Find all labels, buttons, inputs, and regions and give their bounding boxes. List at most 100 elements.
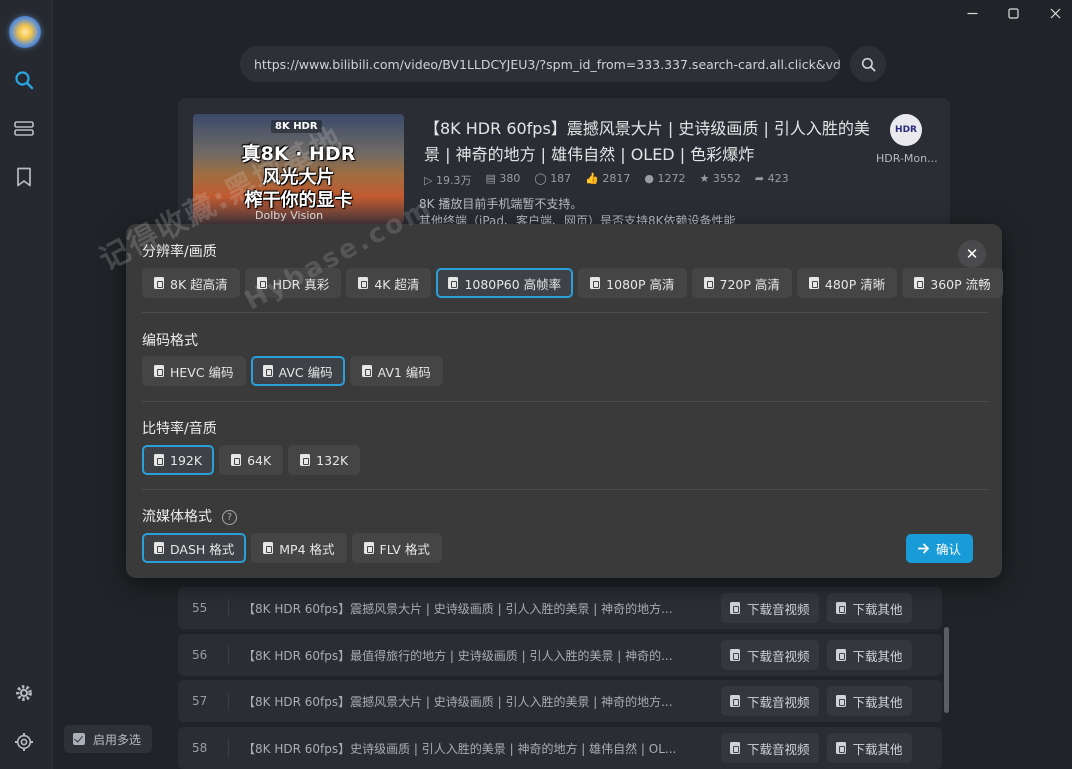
- table-row[interactable]: 58 【8K HDR 60fps】史诗级画质 | 引人入胜的美景 | 神奇的地方 …: [178, 727, 942, 769]
- search-nav-icon[interactable]: [11, 67, 37, 93]
- download-av-label: 下载音视频: [747, 741, 810, 757]
- download-av-button[interactable]: 下载音视频: [721, 593, 819, 623]
- download-av-label: 下载音视频: [747, 601, 810, 617]
- resolution-option[interactable]: 1080P 高清: [578, 268, 687, 298]
- bitrate-option[interactable]: 64K: [219, 445, 284, 475]
- uploader-avatar[interactable]: HDR: [890, 114, 922, 146]
- file-icon: [154, 365, 164, 377]
- export-icon: [835, 602, 846, 614]
- search-button[interactable]: [850, 46, 886, 82]
- bitrate-option[interactable]: 132K: [288, 445, 361, 475]
- file-icon: [914, 277, 925, 289]
- bitrate-option[interactable]: 192K: [142, 445, 215, 475]
- search-icon: [861, 57, 875, 71]
- codec-options: HEVC 编码 AVC 编码 AV1 编码: [142, 356, 443, 386]
- scrollbar-thumb[interactable]: [944, 627, 949, 713]
- file-icon: [263, 542, 274, 554]
- download-av-button[interactable]: 下载音视频: [721, 686, 819, 716]
- maximize-button[interactable]: [998, 4, 1028, 22]
- comment-icon: ◯: [534, 172, 547, 185]
- resolution-section-title: 分辨率/画质: [142, 244, 217, 260]
- bitrate-option-label: 192K: [170, 452, 203, 468]
- download-other-label: 下载其他: [852, 648, 903, 664]
- theme-gear-icon[interactable]: [11, 680, 37, 706]
- multi-select-toggle[interactable]: 启用多选: [64, 725, 152, 753]
- resolution-option[interactable]: 720P 高清: [691, 268, 792, 298]
- video-thumbnail[interactable]: 8K HDR 真8K · HDR 风光大片 榨干你的显卡 Dolby Visio…: [193, 114, 404, 224]
- views-stat: ▷ 19.3万: [424, 174, 472, 187]
- download-other-button[interactable]: 下载其他: [826, 686, 912, 716]
- app-window: https://www.bilibili.com/video/BV1LLDCYJ…: [0, 0, 1072, 769]
- confirm-button[interactable]: 确认: [906, 534, 973, 563]
- file-icon: [154, 277, 164, 289]
- download-av-button[interactable]: 下载音视频: [721, 640, 819, 670]
- row-number: 56: [192, 648, 208, 662]
- download-other-button[interactable]: 下载其他: [826, 733, 912, 763]
- download-options-dialog: 分辨率/画质 ✕ 8K 超高清 HDR 真彩 4K 超清 1080P60 高帧率 108…: [126, 224, 1003, 578]
- resolution-option[interactable]: 8K 超高清: [142, 268, 240, 298]
- stream-section-title: 流媒体格式?: [142, 506, 237, 526]
- resolution-option[interactable]: HDR 真彩: [244, 268, 342, 298]
- danmaku-icon: ▤: [485, 172, 496, 185]
- codec-section-title: 编码格式: [142, 333, 198, 349]
- close-window-button[interactable]: [1040, 4, 1070, 22]
- close-icon: [1050, 8, 1060, 18]
- download-av-label: 下载音视频: [747, 648, 810, 664]
- download-av-button[interactable]: 下载音视频: [721, 733, 819, 763]
- row-title: 【8K HDR 60fps】震撼风景大片 | 史诗级画质 | 引人入胜的美景 |…: [243, 694, 673, 709]
- table-row[interactable]: 56 【8K HDR 60fps】最值得旅行的地方 | 史诗级画质 | 引人入胜的…: [178, 634, 942, 676]
- download-av-label: 下载音视频: [747, 694, 810, 710]
- url-input[interactable]: https://www.bilibili.com/video/BV1LLDCYJ…: [240, 46, 840, 82]
- file-icon: [730, 649, 740, 661]
- resolution-option[interactable]: 480P 清晰: [796, 268, 898, 298]
- danmaku-stat: ▤ 380: [485, 172, 521, 185]
- resolution-option[interactable]: 4K 超清: [346, 268, 432, 298]
- resolution-option-label: 720P 高清: [719, 276, 780, 292]
- row-number: 57: [192, 694, 208, 708]
- download-other-button[interactable]: 下载其他: [826, 593, 912, 623]
- minimize-button[interactable]: [957, 4, 987, 22]
- stream-format-options: DASH 格式 MP4 格式 FLV 格式: [142, 533, 442, 563]
- resolution-option-label: HDR 真彩: [272, 276, 330, 292]
- codec-option[interactable]: AV1 编码: [349, 356, 443, 386]
- divider: [228, 646, 229, 664]
- comments-stat: ◯ 187: [534, 172, 572, 185]
- file-icon: [358, 277, 369, 289]
- stream-format-option[interactable]: FLV 格式: [351, 533, 442, 563]
- user-avatar[interactable]: [9, 16, 41, 48]
- bookmark-nav-icon[interactable]: [11, 164, 37, 190]
- likes-stat: 👍 2817: [585, 172, 631, 185]
- list-nav-icon[interactable]: [11, 116, 37, 142]
- arrow-right-icon: [917, 543, 929, 554]
- resolution-option[interactable]: 360P 流畅: [902, 268, 1003, 298]
- file-icon: [231, 454, 242, 466]
- table-row[interactable]: 55 【8K HDR 60fps】震撼风景大片 | 史诗级画质 | 引人入胜的美景…: [178, 587, 942, 629]
- help-icon[interactable]: ?: [222, 510, 237, 525]
- url-text: https://www.bilibili.com/video/BV1LLDCYJ…: [254, 56, 840, 72]
- dialog-close-button[interactable]: ✕: [958, 240, 986, 268]
- thumb-dolby-label: Dolby Vision: [255, 209, 324, 222]
- export-icon: [835, 742, 846, 754]
- download-other-button[interactable]: 下载其他: [826, 640, 912, 670]
- stream-format-option[interactable]: DASH 格式: [142, 533, 247, 563]
- video-stats: ▷ 19.3万 ▤ 380 ◯ 187 👍 2817 ● 1272 ★ 3552…: [424, 172, 789, 188]
- settings-gear-icon[interactable]: [11, 729, 37, 755]
- favorites-stat: ★ 3552: [699, 172, 741, 185]
- export-icon: [835, 649, 846, 661]
- table-row[interactable]: 57 【8K HDR 60fps】震撼风景大片 | 史诗级画质 | 引人入胜的美景…: [178, 680, 942, 722]
- resolution-option[interactable]: 1080P60 高帧率: [436, 268, 574, 298]
- bitrate-option-label: 64K: [247, 452, 272, 468]
- row-title: 【8K HDR 60fps】最值得旅行的地方 | 史诗级画质 | 引人入胜的美景…: [243, 648, 673, 663]
- video-title: 【8K HDR 60fps】震撼风景大片 | 史诗级画质 | 引人入胜的美景 |…: [424, 119, 870, 164]
- file-icon: [154, 542, 164, 554]
- row-number: 58: [192, 741, 208, 755]
- codec-option[interactable]: HEVC 编码: [142, 356, 246, 386]
- file-icon: [262, 365, 273, 377]
- uploader-name[interactable]: HDR-Mon...: [876, 152, 938, 165]
- checkbox-icon[interactable]: [73, 733, 85, 745]
- stream-format-option[interactable]: MP4 格式: [251, 533, 347, 563]
- download-other-label: 下载其他: [852, 601, 903, 617]
- codec-option[interactable]: AVC 编码: [250, 356, 345, 386]
- bitrate-option-label: 132K: [316, 452, 349, 468]
- download-other-label: 下载其他: [852, 741, 903, 757]
